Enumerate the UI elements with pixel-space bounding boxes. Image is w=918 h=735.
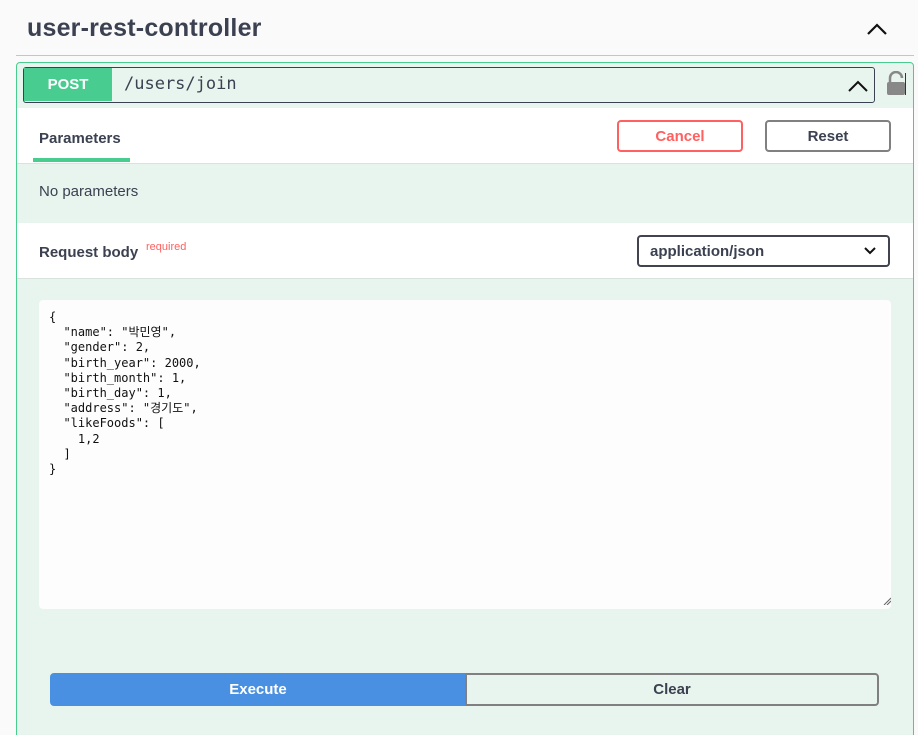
content-type-select[interactable]: application/json [637, 235, 890, 267]
chevron-up-icon[interactable] [862, 14, 892, 44]
operation-summary[interactable]: POST /users/join [23, 67, 875, 103]
method-badge: POST [24, 68, 112, 101]
request-body-header: Request body required application/json [17, 223, 913, 279]
summary-divider [905, 73, 906, 95]
required-marker: required [146, 241, 187, 253]
operation-path: /users/join [124, 74, 237, 94]
chevron-down-icon [864, 247, 876, 255]
reset-button[interactable]: Reset [765, 120, 891, 152]
parameters-header: Parameters Cancel Reset [17, 108, 913, 164]
tab-parameters[interactable]: Parameters [39, 130, 121, 147]
resize-grip-icon[interactable] [883, 597, 891, 605]
content-type-value: application/json [650, 242, 765, 260]
chevron-up-icon[interactable] [846, 74, 870, 98]
execute-button[interactable]: Execute [50, 673, 466, 706]
tag-header[interactable]: user-rest-controller [16, 0, 914, 56]
tab-active-indicator [33, 158, 130, 162]
lock-icon[interactable] [885, 71, 907, 97]
clear-button[interactable]: Clear [465, 673, 879, 706]
request-body-editor[interactable]: { "name": "박민영", "gender": 2, "birth_yea… [39, 300, 891, 609]
cancel-button[interactable]: Cancel [617, 120, 743, 152]
operation-block: POST /users/join Parameters Cancel Reset… [16, 62, 914, 735]
no-parameters-text: No parameters [39, 183, 139, 200]
request-body-label: Request body [39, 244, 139, 261]
tag-title[interactable]: user-rest-controller [27, 14, 262, 43]
